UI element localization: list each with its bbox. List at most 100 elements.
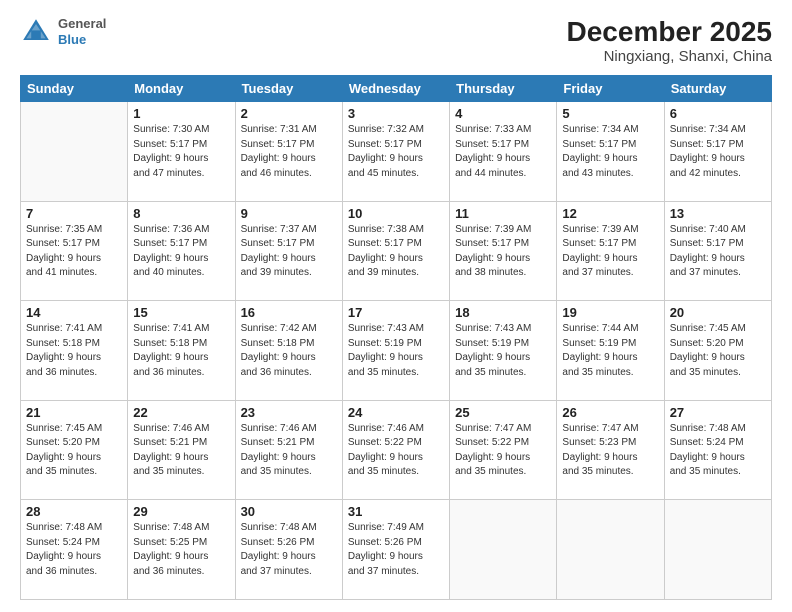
calendar-cell	[21, 102, 128, 202]
calendar-cell: 29 Sunrise: 7:48 AM Sunset: 5:25 PM Dayli…	[128, 500, 235, 600]
calendar-cell	[557, 500, 664, 600]
weekday-header-friday: Friday	[557, 76, 664, 102]
day-info: Sunrise: 7:40 AM Sunset: 5:17 PM Dayligh…	[670, 223, 766, 281]
week-row-5: 28 Sunrise: 7:48 AM Sunset: 5:24 PM Dayli…	[21, 500, 772, 600]
calendar-cell: 16Sunrise: 7:42 AM Sunset: 5:18 PM Dayli…	[235, 301, 342, 401]
week-row-3: 14 Sunrise: 7:41 AM Sunset: 5:18 PM Dayli…	[21, 301, 772, 401]
day-info: Sunrise: 7:37 AM Sunset: 5:17 PM Dayligh…	[241, 223, 337, 281]
day-number: 7	[26, 206, 122, 221]
day-info: Sunrise: 7:39 AM Sunset: 5:17 PM Dayligh…	[562, 223, 658, 281]
day-number: 28	[26, 504, 122, 519]
calendar-cell: 13 Sunrise: 7:40 AM Sunset: 5:17 PM Dayli…	[664, 201, 771, 301]
day-number: 9	[241, 206, 337, 221]
calendar-cell: 6Sunrise: 7:34 AM Sunset: 5:17 PM Daylig…	[664, 102, 771, 202]
day-number: 24	[348, 405, 444, 420]
day-info: Sunrise: 7:47 AM Sunset: 5:22 PM Dayligh…	[455, 422, 551, 480]
calendar-cell: 5 Sunrise: 7:34 AM Sunset: 5:17 PM Daylig…	[557, 102, 664, 202]
calendar-cell: 2 Sunrise: 7:31 AM Sunset: 5:17 PM Daylig…	[235, 102, 342, 202]
week-row-4: 21Sunrise: 7:45 AM Sunset: 5:20 PM Dayli…	[21, 400, 772, 500]
day-info: Sunrise: 7:46 AM Sunset: 5:21 PM Dayligh…	[241, 422, 337, 480]
weekday-header-sunday: Sunday	[21, 76, 128, 102]
page: General Blue December 2025 Ningxiang, Sh…	[0, 0, 792, 612]
day-number: 17	[348, 305, 444, 320]
calendar-cell: 8Sunrise: 7:36 AM Sunset: 5:17 PM Daylig…	[128, 201, 235, 301]
calendar-cell: 30 Sunrise: 7:48 AM Sunset: 5:26 PM Dayli…	[235, 500, 342, 600]
calendar-cell: 24 Sunrise: 7:46 AM Sunset: 5:22 PM Dayli…	[342, 400, 449, 500]
day-info: Sunrise: 7:32 AM Sunset: 5:17 PM Dayligh…	[348, 123, 444, 181]
day-number: 29	[133, 504, 229, 519]
day-number: 22	[133, 405, 229, 420]
calendar-cell: 21Sunrise: 7:45 AM Sunset: 5:20 PM Dayli…	[21, 400, 128, 500]
calendar-title: December 2025	[567, 16, 772, 48]
weekday-header-row: SundayMondayTuesdayWednesdayThursdayFrid…	[21, 76, 772, 102]
calendar-cell: 3 Sunrise: 7:32 AM Sunset: 5:17 PM Daylig…	[342, 102, 449, 202]
day-info: Sunrise: 7:41 AM Sunset: 5:18 PM Dayligh…	[133, 322, 229, 380]
header: General Blue December 2025 Ningxiang, Sh…	[20, 16, 772, 65]
weekday-header-wednesday: Wednesday	[342, 76, 449, 102]
weekday-header-thursday: Thursday	[450, 76, 557, 102]
logo: General Blue	[20, 16, 106, 48]
calendar-cell: 10Sunrise: 7:38 AM Sunset: 5:17 PM Dayli…	[342, 201, 449, 301]
calendar-cell	[664, 500, 771, 600]
week-row-2: 7 Sunrise: 7:35 AM Sunset: 5:17 PM Daylig…	[21, 201, 772, 301]
calendar-header: SundayMondayTuesdayWednesdayThursdayFrid…	[21, 76, 772, 102]
calendar-cell: 18 Sunrise: 7:43 AM Sunset: 5:19 PM Dayli…	[450, 301, 557, 401]
day-number: 27	[670, 405, 766, 420]
day-info: Sunrise: 7:42 AM Sunset: 5:18 PM Dayligh…	[241, 322, 337, 380]
day-number: 18	[455, 305, 551, 320]
calendar-cell: 23 Sunrise: 7:46 AM Sunset: 5:21 PM Dayli…	[235, 400, 342, 500]
calendar-cell: 7 Sunrise: 7:35 AM Sunset: 5:17 PM Daylig…	[21, 201, 128, 301]
day-info: Sunrise: 7:45 AM Sunset: 5:20 PM Dayligh…	[26, 422, 122, 480]
logo-line1: General	[58, 16, 106, 32]
day-info: Sunrise: 7:44 AM Sunset: 5:19 PM Dayligh…	[562, 322, 658, 380]
calendar-cell: 11 Sunrise: 7:39 AM Sunset: 5:17 PM Dayli…	[450, 201, 557, 301]
week-row-1: 1 Sunrise: 7:30 AM Sunset: 5:17 PM Daylig…	[21, 102, 772, 202]
day-number: 12	[562, 206, 658, 221]
day-info: Sunrise: 7:43 AM Sunset: 5:19 PM Dayligh…	[455, 322, 551, 380]
day-info: Sunrise: 7:48 AM Sunset: 5:25 PM Dayligh…	[133, 521, 229, 579]
weekday-header-tuesday: Tuesday	[235, 76, 342, 102]
day-number: 25	[455, 405, 551, 420]
logo-icon	[20, 16, 52, 48]
calendar-cell: 17Sunrise: 7:43 AM Sunset: 5:19 PM Dayli…	[342, 301, 449, 401]
logo-text: General Blue	[58, 16, 106, 47]
day-number: 14	[26, 305, 122, 320]
day-info: Sunrise: 7:38 AM Sunset: 5:17 PM Dayligh…	[348, 223, 444, 281]
day-info: Sunrise: 7:48 AM Sunset: 5:24 PM Dayligh…	[26, 521, 122, 579]
day-info: Sunrise: 7:31 AM Sunset: 5:17 PM Dayligh…	[241, 123, 337, 181]
day-number: 6	[670, 106, 766, 121]
day-number: 3	[348, 106, 444, 121]
calendar-cell: 26Sunrise: 7:47 AM Sunset: 5:23 PM Dayli…	[557, 400, 664, 500]
day-info: Sunrise: 7:48 AM Sunset: 5:26 PM Dayligh…	[241, 521, 337, 579]
day-info: Sunrise: 7:46 AM Sunset: 5:22 PM Dayligh…	[348, 422, 444, 480]
calendar-cell: 19 Sunrise: 7:44 AM Sunset: 5:19 PM Dayli…	[557, 301, 664, 401]
calendar-table: SundayMondayTuesdayWednesdayThursdayFrid…	[20, 75, 772, 600]
day-info: Sunrise: 7:35 AM Sunset: 5:17 PM Dayligh…	[26, 223, 122, 281]
day-number: 23	[241, 405, 337, 420]
day-number: 31	[348, 504, 444, 519]
day-number: 13	[670, 206, 766, 221]
title-block: December 2025 Ningxiang, Shanxi, China	[567, 16, 772, 65]
calendar-cell: 20 Sunrise: 7:45 AM Sunset: 5:20 PM Dayli…	[664, 301, 771, 401]
day-number: 5	[562, 106, 658, 121]
day-number: 20	[670, 305, 766, 320]
calendar-cell	[450, 500, 557, 600]
day-number: 30	[241, 504, 337, 519]
day-info: Sunrise: 7:48 AM Sunset: 5:24 PM Dayligh…	[670, 422, 766, 480]
calendar-cell: 25 Sunrise: 7:47 AM Sunset: 5:22 PM Dayli…	[450, 400, 557, 500]
day-info: Sunrise: 7:30 AM Sunset: 5:17 PM Dayligh…	[133, 123, 229, 181]
day-number: 1	[133, 106, 229, 121]
day-info: Sunrise: 7:34 AM Sunset: 5:17 PM Dayligh…	[562, 123, 658, 181]
day-info: Sunrise: 7:45 AM Sunset: 5:20 PM Dayligh…	[670, 322, 766, 380]
day-number: 15	[133, 305, 229, 320]
day-number: 11	[455, 206, 551, 221]
logo-line2: Blue	[58, 32, 106, 48]
calendar-cell: 28 Sunrise: 7:48 AM Sunset: 5:24 PM Dayli…	[21, 500, 128, 600]
day-number: 2	[241, 106, 337, 121]
calendar-cell: 4Sunrise: 7:33 AM Sunset: 5:17 PM Daylig…	[450, 102, 557, 202]
day-info: Sunrise: 7:46 AM Sunset: 5:21 PM Dayligh…	[133, 422, 229, 480]
day-info: Sunrise: 7:41 AM Sunset: 5:18 PM Dayligh…	[26, 322, 122, 380]
day-info: Sunrise: 7:39 AM Sunset: 5:17 PM Dayligh…	[455, 223, 551, 281]
day-number: 19	[562, 305, 658, 320]
day-info: Sunrise: 7:47 AM Sunset: 5:23 PM Dayligh…	[562, 422, 658, 480]
